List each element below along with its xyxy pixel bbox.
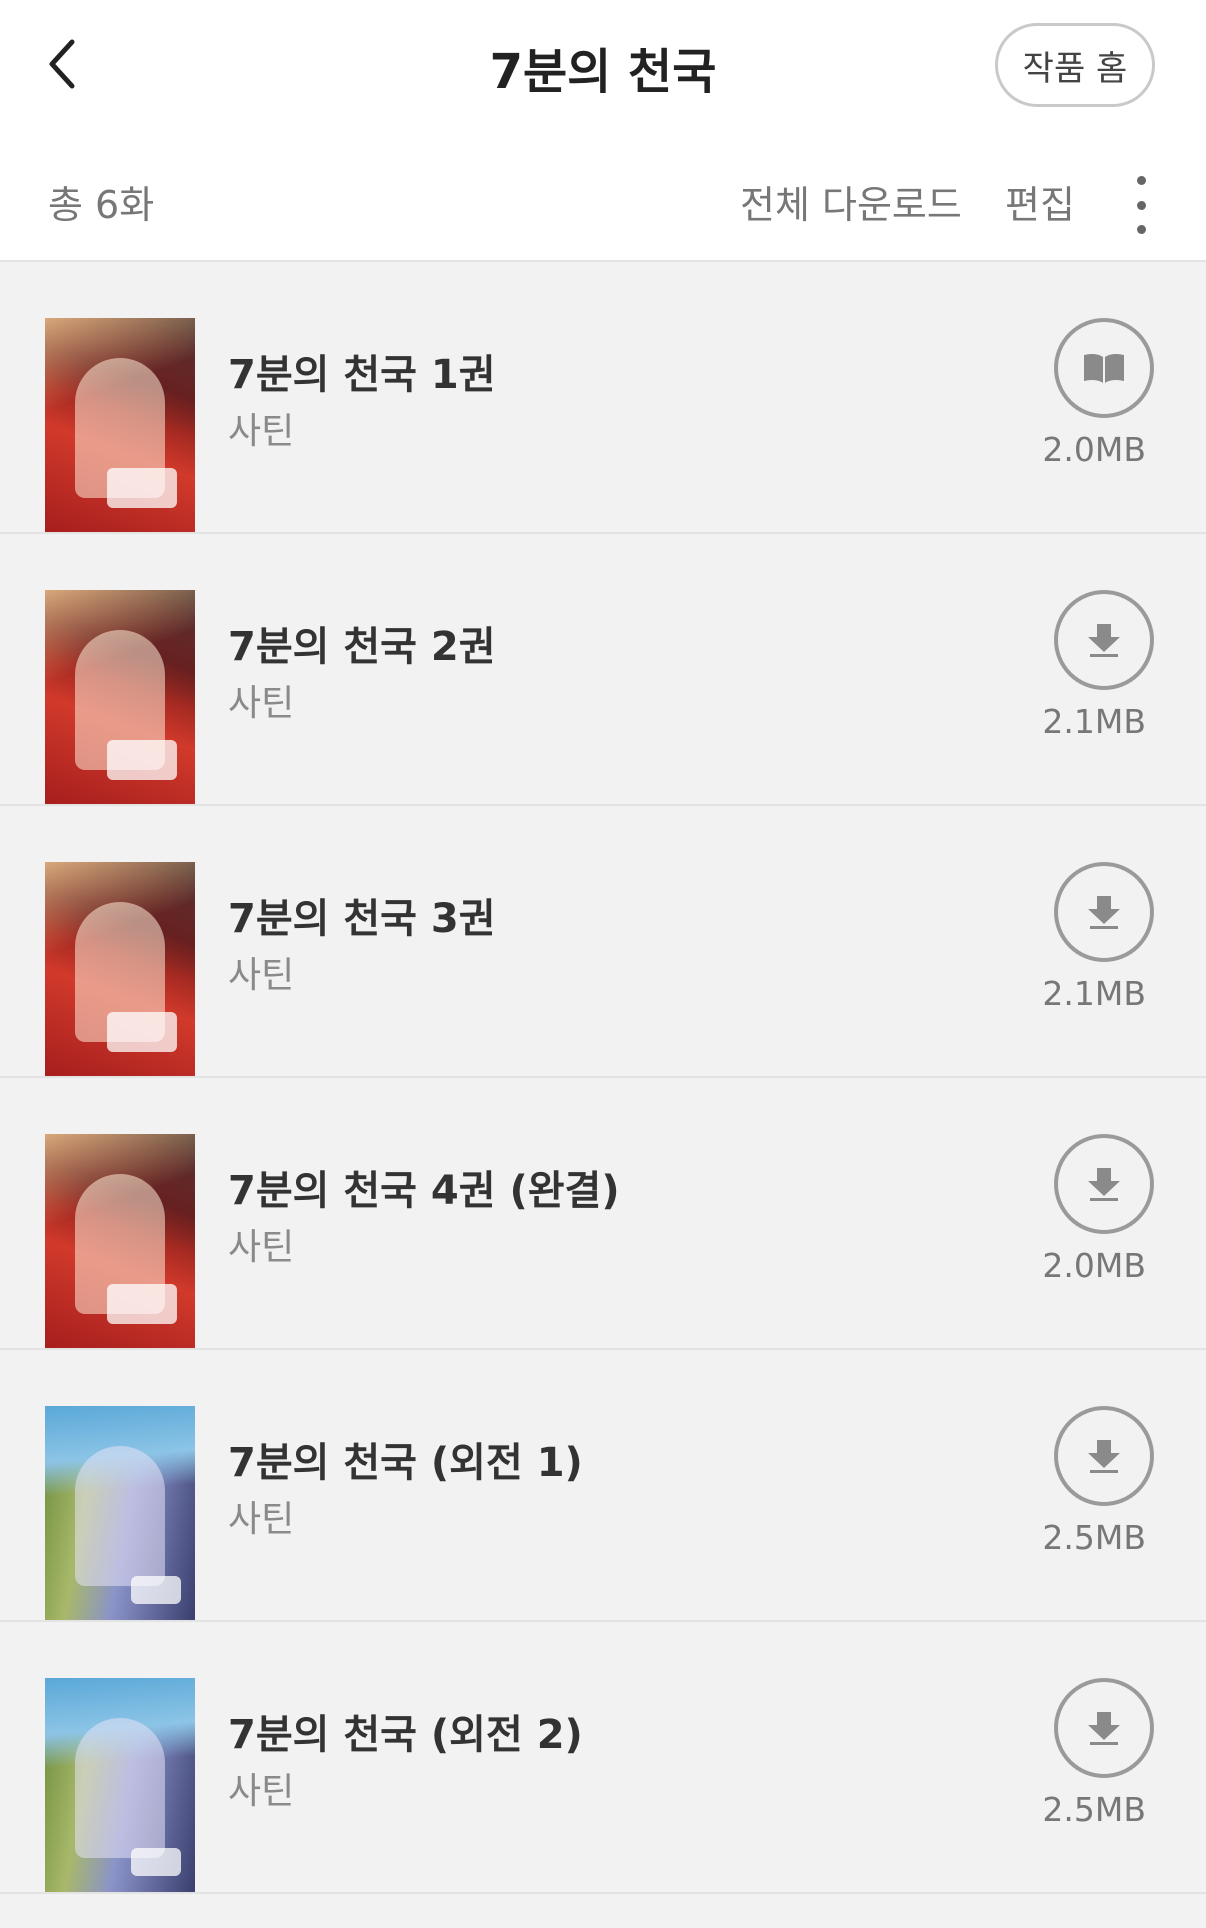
episode-row[interactable]: 7분의 천국 1권사틴 2.0MB [0,262,1206,534]
download-arrow-icon [1084,1166,1124,1202]
episode-author: 사틴 [228,1499,295,1540]
episode-cover [45,590,195,804]
episode-count: 총 6화 [48,183,155,227]
episode-author: 사틴 [228,1227,295,1268]
more-options-button[interactable] [1120,172,1162,238]
episode-row[interactable]: 7분의 천국 (외전 1) 사틴 2.5MB [0,1350,1206,1622]
episode-title: 7분의 천국 (외전 1) [228,1440,583,1486]
file-size: 2.0MB [1042,1246,1146,1285]
episode-cover [45,1678,195,1892]
episode-row[interactable]: 7분의 천국 3권사틴 2.1MB [0,806,1206,1078]
chevron-left-icon [49,39,75,89]
read-button[interactable] [1054,318,1154,418]
page-title: 7분의 천국 [489,44,717,100]
download-button[interactable] [1054,1678,1154,1778]
download-button[interactable] [1054,590,1154,690]
edit-button[interactable]: 편집 [1005,174,1075,229]
vertical-dots-icon [1136,176,1146,185]
file-size: 2.1MB [1042,702,1146,741]
episode-author: 사틴 [228,1771,295,1812]
episode-list: 7분의 천국 1권 사틴 2.0MB 7분의 천국 2권 사틴 2.1MB 7분의 천국 3… [0,262,1206,1894]
download-arrow-icon [1084,1438,1124,1474]
episode-author: 사틴 [228,683,295,724]
episode-row[interactable]: 7분의 천국 4권 (완결) 사틴 2.0MB [0,1078,1206,1350]
book-open-icon [1082,351,1126,385]
back-button[interactable] [22,24,102,104]
episode-title: 7분의 천국 (외전 2) [228,1712,583,1758]
file-size: 2.0MB [1042,430,1146,469]
file-size: 2.5MB [1042,1790,1146,1829]
file-size: 2.5MB [1042,1518,1146,1557]
download-arrow-icon [1084,1710,1124,1746]
episode-cover [45,318,195,532]
episode-cover [45,1134,195,1348]
episode-title: 7분의 천국 4권 (완결) [228,1168,620,1214]
episode-row[interactable]: 7분의 천국 2권사틴 2.1MB [0,534,1206,806]
download-arrow-icon [1084,622,1124,658]
list-toolbar: 총 6화 전체 다운로드 편집 [0,130,1206,262]
download-button[interactable] [1054,1134,1154,1234]
series-home-button[interactable]: 작품 홈 [995,23,1155,107]
download-arrow-icon [1084,894,1124,930]
top-bar: 7분의 천국 작품 홈 [0,0,1206,130]
episode-author: 사틴 [228,955,295,996]
episode-title: 7분의 천국 2권 [228,624,496,670]
download-button[interactable] [1054,862,1154,962]
file-size: 2.1MB [1042,974,1146,1013]
download-button[interactable] [1054,1406,1154,1506]
episode-author: 사틴 [228,411,295,452]
episode-title: 7분의 천국 3권 [228,896,496,942]
download-all-button[interactable]: 전체 다운로드 [740,174,962,229]
episode-cover [45,862,195,1076]
episode-cover [45,1406,195,1620]
episode-title: 7분의 천국 1권 [228,352,496,398]
episode-row[interactable]: 7분의 천국 (외전 2) 사틴 2.5MB [0,1622,1206,1894]
